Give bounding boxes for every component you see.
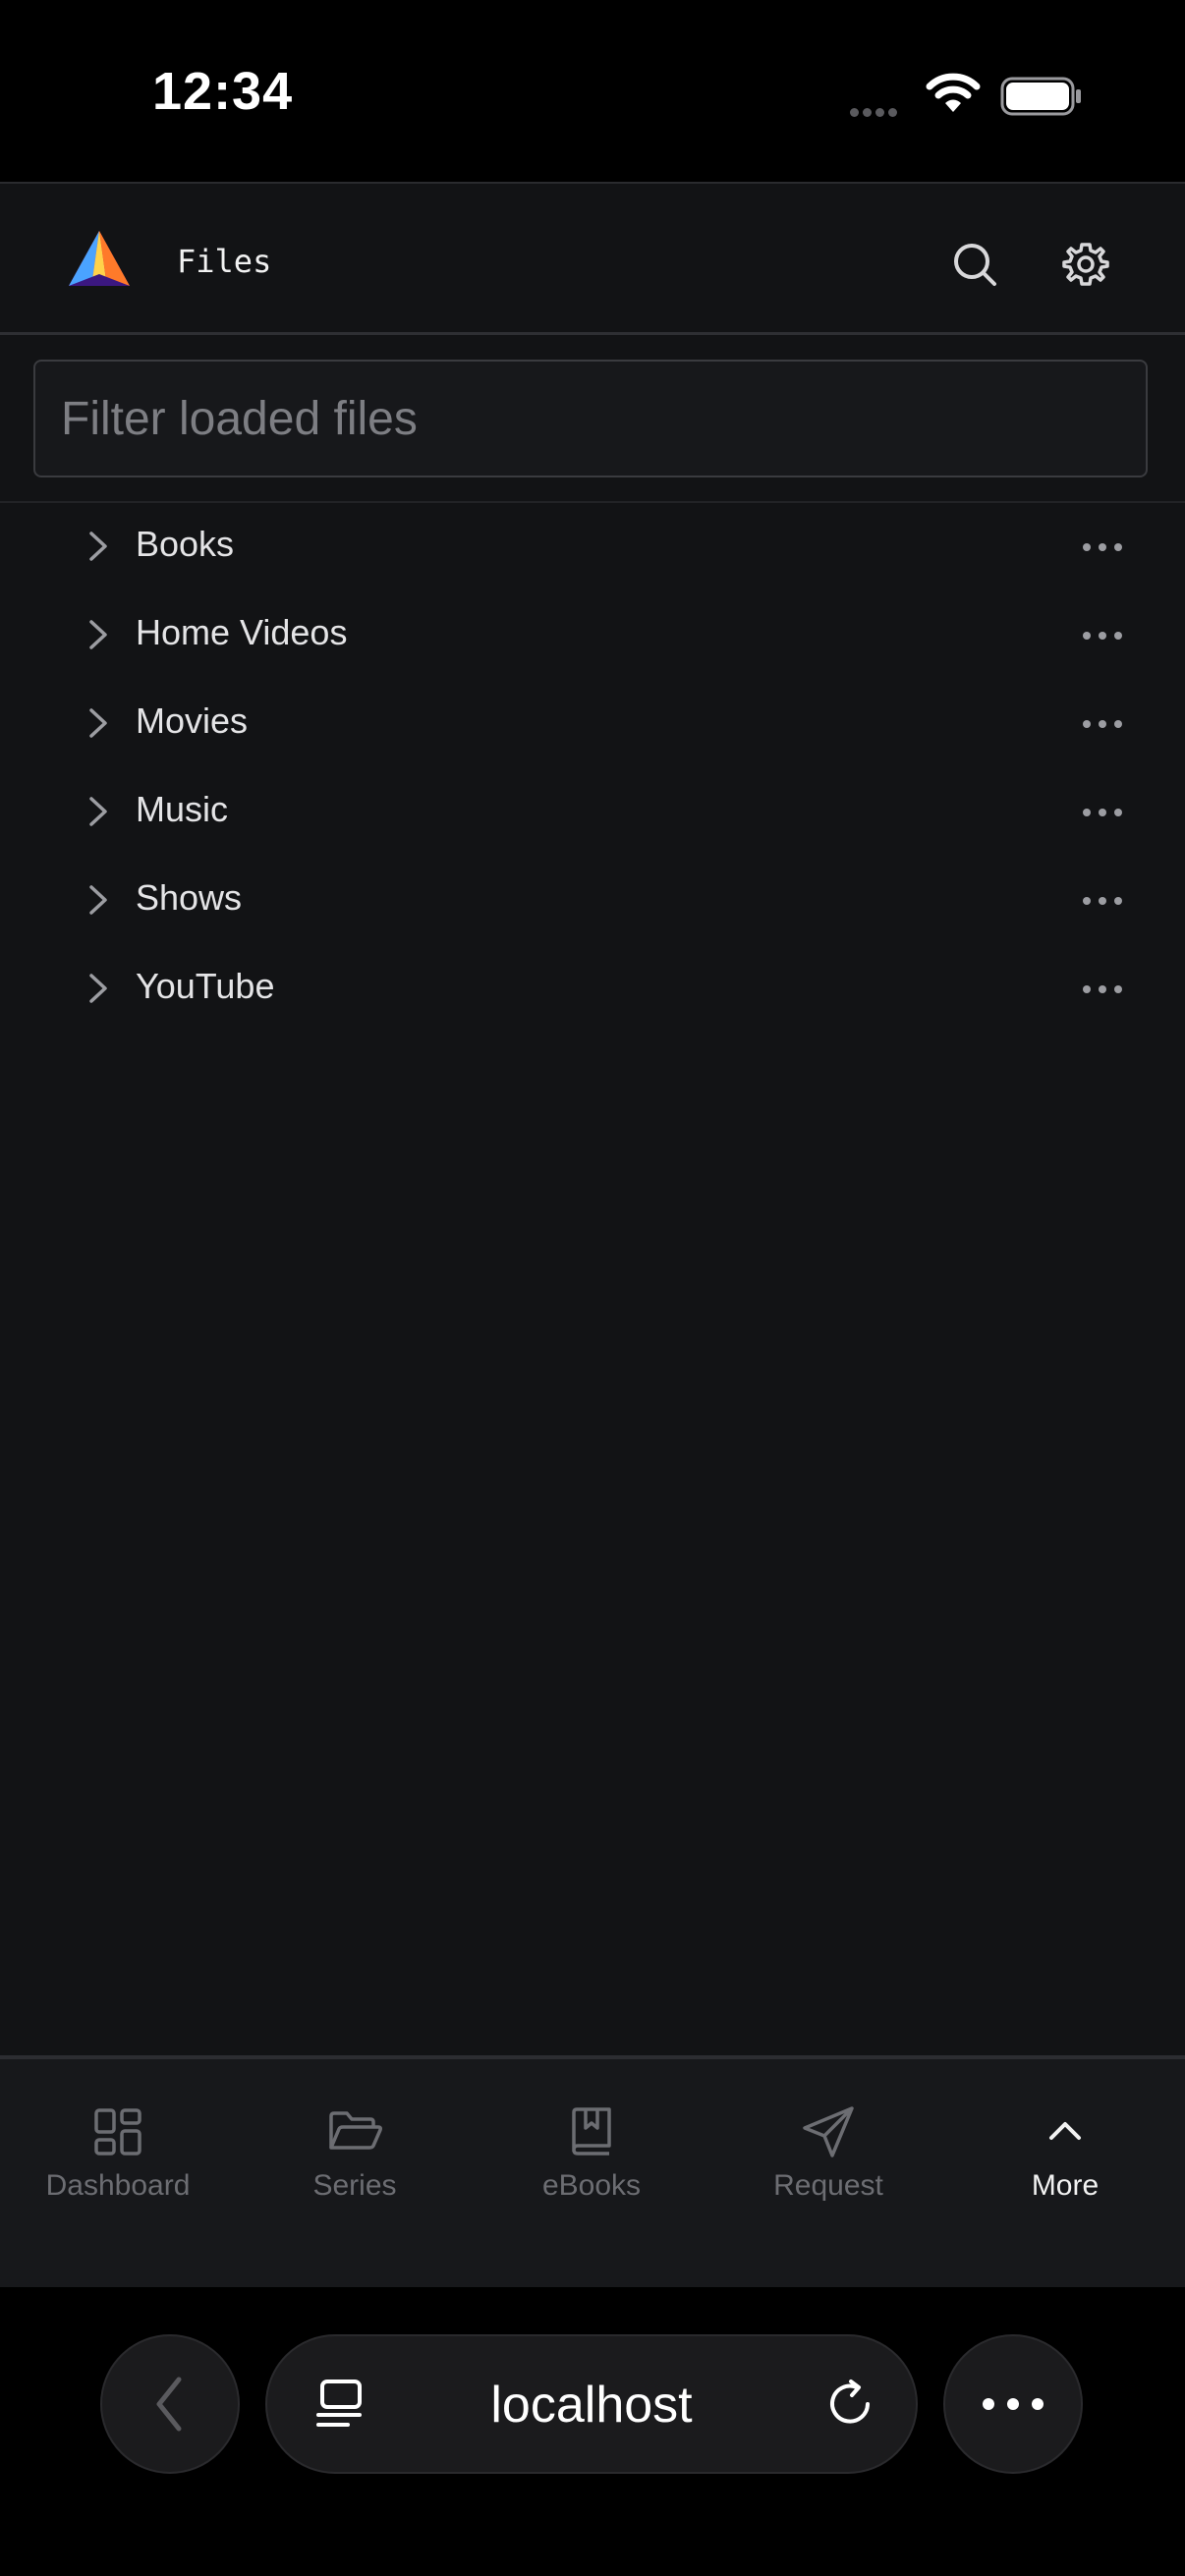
filter-files-input[interactable]	[33, 360, 1148, 477]
chevron-left-icon	[156, 2377, 182, 2432]
tree-item-music[interactable]: Music	[0, 768, 1185, 857]
reload-icon[interactable]	[821, 2376, 878, 2433]
wifi-icon	[926, 73, 981, 112]
chevron-right-icon[interactable]	[79, 703, 118, 743]
battery-icon	[1000, 77, 1081, 116]
gear-icon[interactable]	[1056, 235, 1115, 294]
ellipsis-icon	[983, 2398, 1044, 2410]
nav-item-request[interactable]: Request	[710, 2059, 946, 2287]
chevron-right-icon[interactable]	[79, 615, 118, 654]
tree-item-label: Books	[136, 524, 235, 564]
book-icon	[572, 2107, 611, 2156]
page-title: Files	[177, 243, 272, 280]
browser-toolbar: localhost	[0, 2287, 1185, 2576]
back-button[interactable]	[100, 2334, 240, 2474]
dashboard-icon	[94, 2108, 141, 2156]
more-options-icon[interactable]	[1081, 975, 1124, 1004]
file-tree: Books Home Videos Movies Music Shows You…	[0, 503, 1185, 1034]
more-options-icon[interactable]	[1081, 709, 1124, 739]
nav-item-series[interactable]: Series	[237, 2059, 473, 2287]
nav-label: More	[1031, 2169, 1100, 2202]
tree-item-label: Shows	[136, 877, 243, 918]
tree-item-books[interactable]: Books	[0, 503, 1185, 591]
nav-label: Request	[773, 2169, 883, 2202]
nav-label: eBooks	[541, 2169, 642, 2202]
folder-open-icon	[329, 2111, 382, 2150]
more-options-icon[interactable]	[1081, 886, 1124, 916]
chevron-right-icon[interactable]	[79, 969, 118, 1008]
nav-item-more[interactable]: More	[947, 2059, 1183, 2287]
tree-item-movies[interactable]: Movies	[0, 680, 1185, 768]
url-text: localhost	[490, 2377, 693, 2434]
chevron-up-icon	[1049, 2122, 1081, 2140]
nav-label: Series	[312, 2169, 397, 2202]
chevron-right-icon[interactable]	[79, 527, 118, 566]
tree-item-youtube[interactable]: YouTube	[0, 945, 1185, 1034]
send-icon	[803, 2106, 854, 2157]
nav-label: Dashboard	[45, 2169, 191, 2202]
more-options-icon[interactable]	[1081, 532, 1124, 562]
more-button[interactable]	[943, 2334, 1083, 2474]
cellular-signal-icon	[850, 104, 901, 122]
more-options-icon[interactable]	[1081, 621, 1124, 650]
more-options-icon[interactable]	[1081, 798, 1124, 827]
app-logo-icon	[69, 231, 130, 286]
tree-item-label: Home Videos	[136, 612, 348, 652]
chevron-right-icon[interactable]	[79, 792, 118, 831]
chevron-right-icon[interactable]	[79, 880, 118, 920]
status-time: 12:34	[152, 62, 294, 121]
bottom-nav: Dashboard Series eBooks Request More	[0, 2055, 1185, 2287]
status-bar: 12:34	[0, 0, 1185, 182]
tree-item-label: YouTube	[136, 966, 275, 1006]
tree-item-label: Movies	[136, 700, 249, 741]
app-header: Files	[0, 182, 1185, 335]
search-icon[interactable]	[945, 235, 1004, 294]
address-bar[interactable]: localhost	[265, 2334, 918, 2474]
nav-item-ebooks[interactable]: eBooks	[474, 2059, 709, 2287]
nav-item-dashboard[interactable]: Dashboard	[0, 2059, 236, 2287]
tree-item-home-videos[interactable]: Home Videos	[0, 591, 1185, 680]
tree-item-shows[interactable]: Shows	[0, 857, 1185, 945]
tree-item-label: Music	[136, 789, 229, 829]
